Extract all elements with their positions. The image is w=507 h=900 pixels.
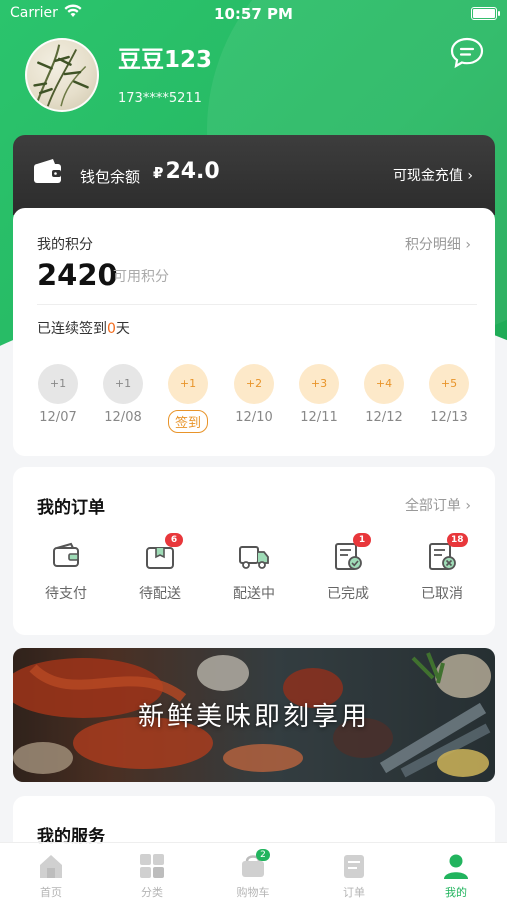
points-value: 2420 — [37, 258, 118, 292]
orders-card: 我的订单 全部订单 › 待支付 6 待配送 配送中 1 已完成 18 已取消 — [13, 467, 495, 635]
streak-prefix: 已连续签到 — [37, 321, 107, 337]
streak-suffix: 天 — [115, 321, 130, 337]
signin-bonus: +3 — [299, 364, 339, 404]
promo-banner[interactable]: 新鲜美味即刻享用 — [13, 648, 495, 782]
avatar[interactable] — [25, 38, 99, 112]
signin-date: 12/13 — [430, 410, 468, 425]
signin-day: +3 12/11 — [297, 364, 341, 425]
order-status-cancelled[interactable]: 18 已取消 — [407, 533, 477, 603]
tab-category[interactable]: 分类 — [122, 851, 182, 900]
wallet-balance-value: 24.0 — [165, 159, 220, 184]
signin-bonus: +1 — [38, 364, 78, 404]
order-icon — [339, 851, 369, 881]
order-status-label: 配送中 — [233, 586, 275, 602]
signin-bonus: +2 — [234, 364, 274, 404]
signin-day: +4 12/12 — [362, 364, 406, 425]
order-status-awaiting-delivery[interactable]: 6 待配送 — [125, 533, 195, 603]
message-icon[interactable] — [449, 36, 485, 70]
order-status-label: 待配送 — [139, 586, 181, 602]
signin-date: 12/11 — [300, 410, 338, 425]
tab-label: 订单 — [343, 886, 365, 899]
wallet-balance-amount: ₽24.0 — [153, 159, 220, 184]
wallet-bar[interactable]: 钱包余额 ₽24.0 可现金充值 › — [13, 135, 495, 215]
order-status-label: 已取消 — [421, 586, 463, 602]
points-divider — [37, 304, 477, 305]
wallet-balance-label: 钱包余额 — [80, 168, 141, 186]
cash-recharge-link[interactable]: 可现金充值 › — [393, 165, 473, 185]
order-count-badge: 6 — [165, 533, 183, 547]
order-status-label: 待支付 — [45, 586, 87, 602]
points-detail-link[interactable]: 积分明细 › — [405, 234, 471, 254]
points-card: 我的积分 积分明细 › 2420 可用积分 已连续签到0天 +1 12/07 +… — [13, 208, 495, 456]
order-status-in-delivery[interactable]: 配送中 — [219, 539, 289, 603]
signin-bonus: +1 — [103, 364, 143, 404]
wallet-currency-symbol: ₽ — [153, 164, 164, 182]
signin-day: +1 12/08 — [101, 364, 145, 425]
signin-date: 12/10 — [235, 410, 273, 425]
tab-profile[interactable]: 我的 — [426, 851, 486, 900]
clock-time: 10:57 PM — [214, 5, 293, 23]
signin-day: +1 12/07 — [36, 364, 80, 425]
signin-day: +5 12/13 — [427, 364, 471, 425]
points-title: 我的积分 — [37, 237, 93, 253]
tab-label: 我的 — [445, 886, 467, 899]
profile-icon — [441, 851, 471, 881]
bottom-tab-bar: 首页 分类 2 购物车 订单 我的 — [0, 842, 507, 900]
signin-streak: 已连续签到0天 — [37, 318, 130, 338]
home-icon — [36, 851, 66, 881]
tab-label: 购物车 — [236, 886, 270, 899]
cart-icon: 2 — [238, 849, 270, 881]
completed-list-icon: 1 — [331, 533, 371, 573]
signin-date: 12/07 — [39, 410, 77, 425]
wallet-icon — [33, 158, 63, 184]
wallet-icon — [49, 539, 83, 573]
tab-home[interactable]: 首页 — [21, 851, 81, 900]
tab-label: 分类 — [141, 886, 163, 899]
all-orders-link[interactable]: 全部订单 › — [405, 495, 471, 515]
delivery-truck-icon — [237, 539, 271, 573]
signin-day-today: +1 签到 — [166, 364, 210, 433]
username: 豆豆123 — [118, 47, 213, 73]
tab-orders[interactable]: 订单 — [324, 851, 384, 900]
order-count-badge: 1 — [353, 533, 371, 547]
signin-bonus: +4 — [364, 364, 404, 404]
signin-day: +2 12/10 — [232, 364, 276, 425]
signin-date: 12/08 — [104, 410, 142, 425]
signin-button[interactable]: 签到 — [167, 410, 208, 433]
signin-bonus: +5 — [429, 364, 469, 404]
order-count-badge: 18 — [447, 533, 468, 547]
tab-cart[interactable]: 2 购物车 — [223, 849, 283, 900]
battery-icon — [471, 7, 500, 20]
order-status-pending-payment[interactable]: 待支付 — [31, 539, 101, 603]
status-bar: Carrier 10:57 PM — [0, 0, 507, 28]
order-status-completed[interactable]: 1 已完成 — [313, 533, 383, 603]
tab-label: 首页 — [40, 886, 62, 899]
signin-date: 12/12 — [365, 410, 403, 425]
category-icon — [137, 851, 167, 881]
phone-number: 173****5211 — [118, 91, 202, 106]
available-points-label: 可用积分 — [113, 269, 169, 285]
streak-days: 0 — [107, 321, 116, 337]
orders-title: 我的订单 — [37, 498, 105, 518]
package-icon: 6 — [143, 533, 183, 573]
cancelled-list-icon: 18 — [425, 533, 468, 573]
order-status-label: 已完成 — [327, 586, 369, 602]
cart-count-badge: 2 — [256, 849, 270, 861]
banner-slogan: 新鲜美味即刻享用 — [137, 702, 370, 732]
signin-bonus: +1 — [168, 364, 208, 404]
